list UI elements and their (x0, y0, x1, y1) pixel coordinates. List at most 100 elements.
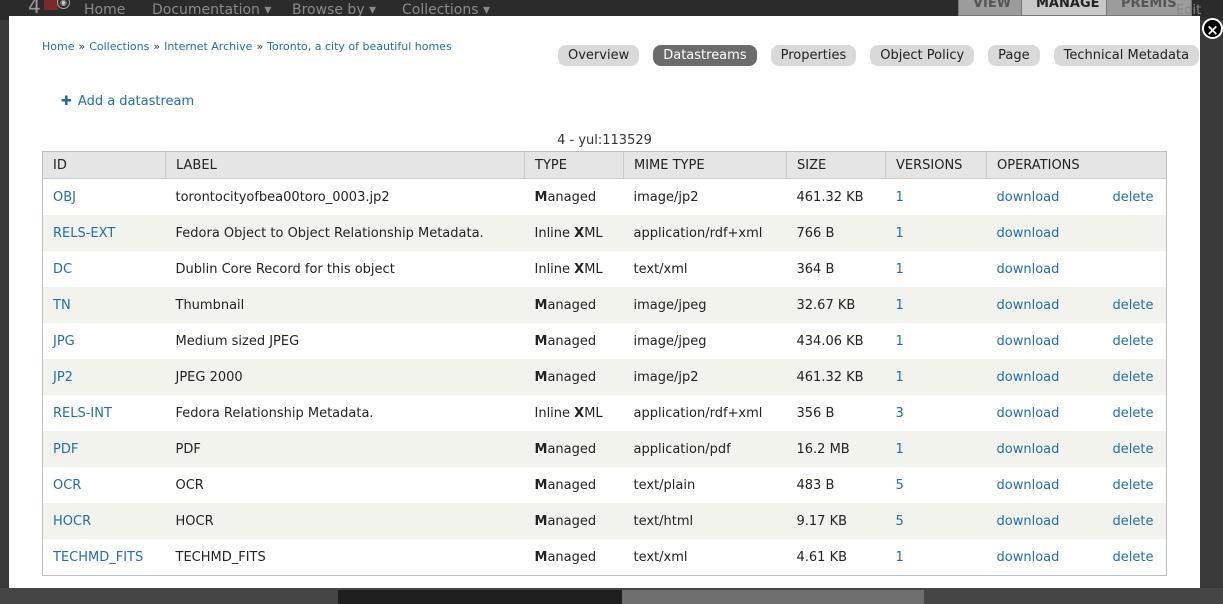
delete-link[interactable]: delete (1113, 298, 1154, 313)
bg-tab-manage[interactable]: MANAGE (1021, 0, 1115, 16)
datastream-id-link[interactable]: PDF (53, 442, 78, 457)
breadcrumb-book[interactable]: Toronto, a city of beautiful homes (267, 40, 452, 53)
cell-download: download (986, 287, 1103, 323)
cell-mime-type: application/rdf+xml (623, 215, 787, 251)
cell-delete (1102, 215, 1167, 251)
versions-link[interactable]: 5 (896, 478, 904, 493)
download-link[interactable]: download (997, 226, 1060, 241)
breadcrumb-internet-archive[interactable]: Internet Archive (164, 40, 252, 53)
download-link[interactable]: download (997, 550, 1060, 565)
datastream-id-link[interactable]: TECHMD_FITS (53, 550, 143, 565)
col-type[interactable]: TYPE (524, 151, 624, 179)
datastream-id-link[interactable]: TN (53, 298, 71, 313)
datastreams-table: ID LABEL TYPE MIME TYPE SIZE VERSIONS OP… (42, 151, 1167, 576)
datastream-id-link[interactable]: OCR (53, 478, 81, 493)
type-rest: anaged (547, 333, 597, 349)
type-rest: ML (584, 225, 603, 241)
breadcrumb-collections[interactable]: Collections (89, 40, 149, 53)
cell-delete: delete (1102, 359, 1167, 395)
download-link[interactable]: download (997, 370, 1060, 385)
cell-delete: delete (1102, 395, 1167, 431)
tab-page[interactable]: Page (988, 45, 1040, 66)
tab-properties[interactable]: Properties (770, 45, 857, 66)
download-link[interactable]: download (997, 334, 1060, 349)
cell-type: Managed (524, 431, 624, 467)
manage-overlay: Home» Collections» Internet Archive» Toront… (9, 16, 1200, 588)
type-initial: X (574, 225, 585, 241)
datastream-id-link[interactable]: HOCR (53, 514, 91, 529)
download-link[interactable]: download (997, 514, 1060, 529)
plus-icon: ✚ (61, 94, 72, 109)
cell-size: 434.06 KB (786, 323, 886, 359)
cell-label: OCR (165, 467, 525, 503)
datastream-id-link[interactable]: DC (53, 262, 72, 277)
versions-link[interactable]: 3 (896, 406, 904, 421)
cell-mime-type: image/jp2 (623, 359, 787, 395)
col-id[interactable]: ID (42, 151, 166, 179)
background-image-preview (622, 590, 924, 604)
cell-delete: delete (1102, 431, 1167, 467)
versions-link[interactable]: 1 (896, 298, 904, 313)
delete-link[interactable]: delete (1113, 190, 1154, 205)
col-versions[interactable]: VERSIONS (885, 151, 987, 179)
type-rest: anaged (547, 513, 597, 529)
table-body: OBJ torontocityofbea00toro_0003.jp2 Manage… (42, 178, 1167, 576)
cell-mime-type: text/xml (623, 539, 787, 576)
download-link[interactable]: download (997, 478, 1060, 493)
add-datastream-link[interactable]: ✚ Add a datastream (61, 94, 194, 109)
type-rest: anaged (547, 369, 597, 385)
versions-link[interactable]: 1 (896, 190, 904, 205)
download-link[interactable]: download (997, 442, 1060, 457)
versions-link[interactable]: 5 (896, 514, 904, 529)
table-row: OCR OCR Managed text/plain 483 B 5 download del… (42, 467, 1167, 503)
site-logo-icon: ◉ (57, 0, 70, 9)
cell-type: Managed (524, 539, 624, 576)
versions-link[interactable]: 1 (896, 334, 904, 349)
cell-id: TN (42, 287, 166, 323)
cell-id: HOCR (42, 503, 166, 539)
delete-link[interactable]: delete (1113, 334, 1154, 349)
delete-link[interactable]: delete (1113, 406, 1154, 421)
col-label[interactable]: LABEL (165, 151, 525, 179)
download-link[interactable]: download (997, 262, 1060, 277)
tab-datastreams[interactable]: Datastreams (653, 45, 757, 66)
versions-link[interactable]: 1 (896, 262, 904, 277)
download-link[interactable]: download (997, 406, 1060, 421)
cell-size: 9.17 KB (786, 503, 886, 539)
col-operations: OPERATIONS (986, 151, 1167, 179)
delete-link[interactable]: delete (1113, 550, 1154, 565)
datastream-id-link[interactable]: OBJ (53, 190, 76, 205)
delete-link[interactable]: delete (1113, 442, 1154, 457)
datastream-id-link[interactable]: JP2 (53, 370, 73, 385)
col-size[interactable]: SIZE (786, 151, 886, 179)
versions-link[interactable]: 1 (896, 370, 904, 385)
cell-download: download (986, 215, 1103, 251)
cell-size: 461.32 KB (786, 178, 886, 215)
datastream-id-link[interactable]: RELS-EXT (53, 226, 115, 241)
download-link[interactable]: download (997, 298, 1060, 313)
col-mime-type[interactable]: MIME TYPE (623, 151, 787, 179)
cell-label: JPEG 2000 (165, 359, 525, 395)
delete-link[interactable]: delete (1113, 478, 1154, 493)
datastream-id-link[interactable]: JPG (53, 334, 75, 349)
cell-download: download (986, 359, 1103, 395)
close-icon[interactable]: × (1202, 18, 1223, 39)
download-link[interactable]: download (997, 190, 1060, 205)
cell-type: Managed (524, 287, 624, 323)
cell-versions: 1 (885, 539, 987, 576)
delete-link[interactable]: delete (1113, 370, 1154, 385)
breadcrumb-separator: » (153, 40, 161, 53)
versions-link[interactable]: 1 (896, 442, 904, 457)
table-row: TECHMD_FITS TECHMD_FITS Managed text/xml 4.6… (42, 539, 1167, 576)
versions-link[interactable]: 1 (896, 226, 904, 241)
tab-overview[interactable]: Overview (558, 45, 640, 66)
datastream-id-link[interactable]: RELS-INT (53, 406, 112, 421)
tab-object-policy[interactable]: Object Policy (870, 45, 975, 66)
table-row: DC Dublin Core Record for this object Inli… (42, 251, 1167, 287)
delete-link[interactable]: delete (1113, 514, 1154, 529)
breadcrumb-home[interactable]: Home (42, 40, 74, 53)
cell-size: 356 B (786, 395, 886, 431)
bg-tab-view[interactable]: VIEW (958, 0, 1027, 16)
versions-link[interactable]: 1 (896, 550, 904, 565)
tab-technical-metadata[interactable]: Technical Metadata (1053, 45, 1200, 66)
